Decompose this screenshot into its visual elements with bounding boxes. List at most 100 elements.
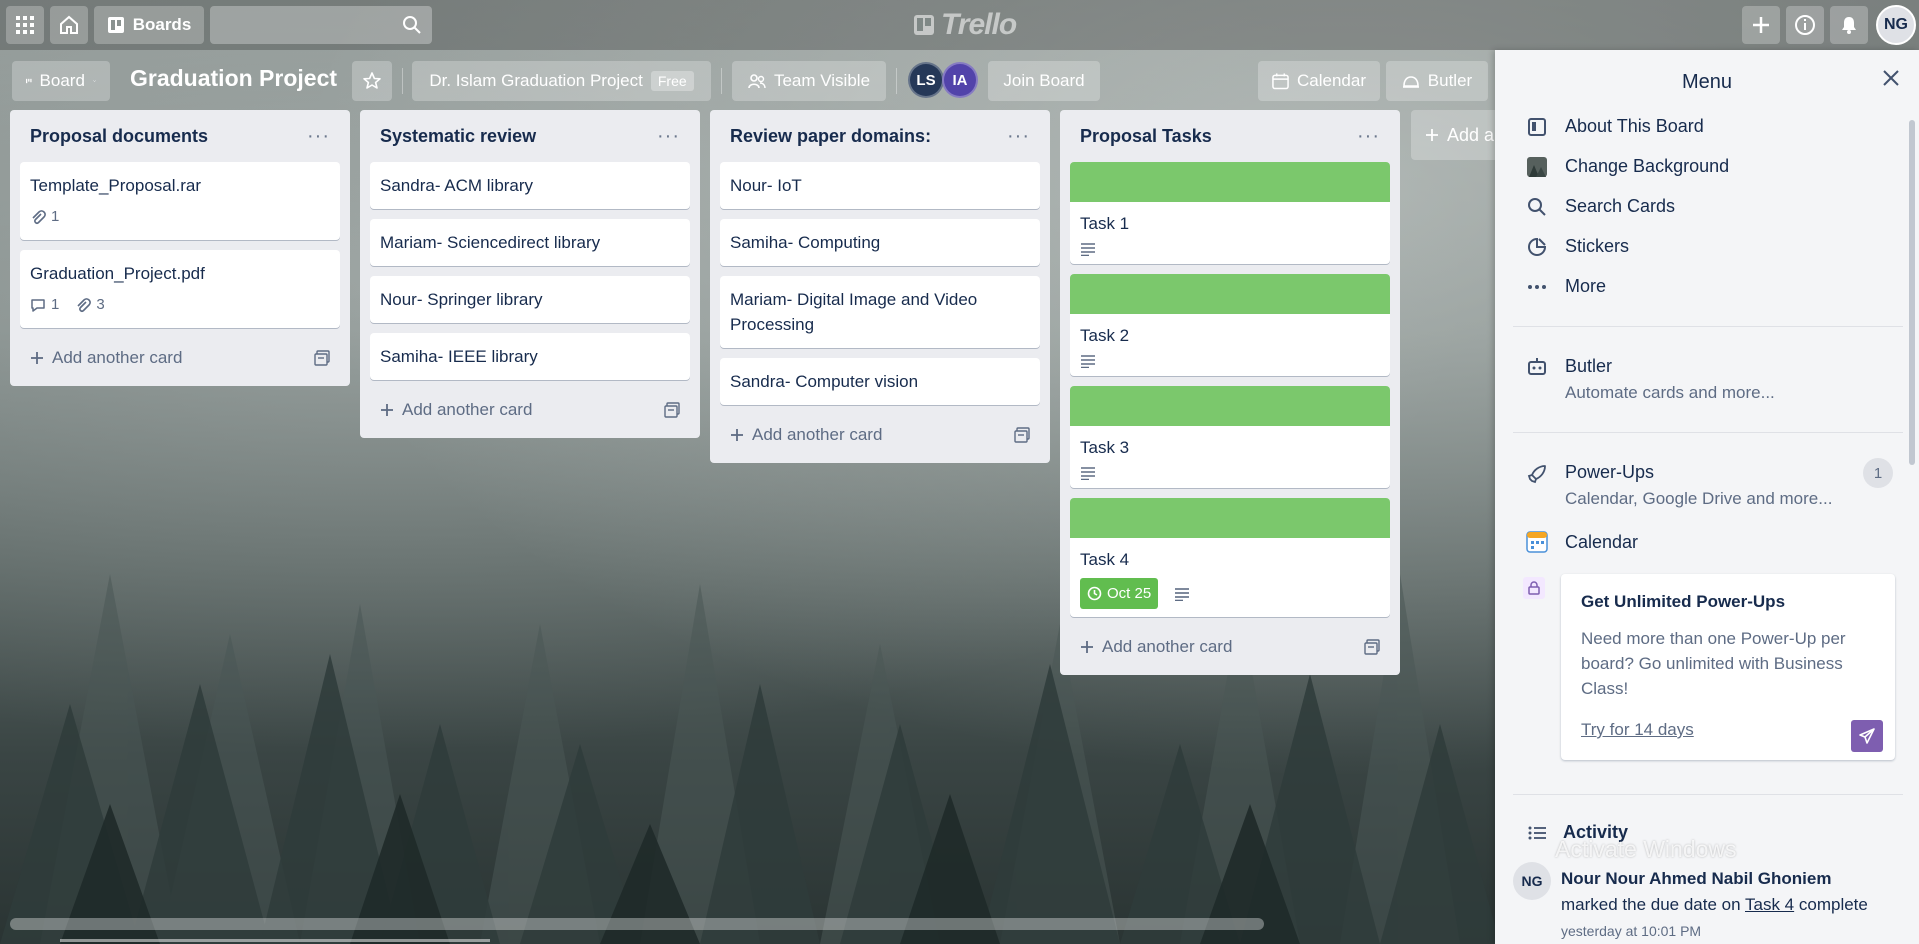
join-board-button[interactable]: Join Board bbox=[988, 61, 1100, 101]
promo-title: Get Unlimited Power-Ups bbox=[1581, 592, 1786, 611]
user-avatar[interactable]: NG bbox=[1876, 5, 1916, 45]
menu-item-about-board[interactable]: About This Board bbox=[1525, 116, 1704, 137]
close-icon[interactable] bbox=[1881, 68, 1901, 88]
card[interactable]: Mariam- Sciencedirect library bbox=[370, 219, 690, 266]
menu-title: Menu bbox=[1681, 70, 1733, 93]
board-title[interactable]: Graduation Project bbox=[130, 65, 337, 92]
comments-badge: 1 bbox=[30, 292, 59, 317]
plus-icon bbox=[1753, 17, 1769, 33]
list-menu-icon[interactable]: ··· bbox=[1007, 126, 1030, 146]
list-title[interactable]: Review paper domains: bbox=[730, 126, 931, 147]
apps-grid-icon bbox=[16, 16, 34, 34]
card[interactable]: Sandra- Computer vision bbox=[720, 358, 1040, 405]
lock-icon bbox=[1523, 577, 1545, 599]
menu-item-label: More bbox=[1565, 276, 1607, 296]
try-business-class-link[interactable]: Try for 14 days bbox=[1581, 720, 1694, 740]
card[interactable]: Task 2 bbox=[1070, 274, 1390, 376]
menu-item-search-cards[interactable]: Search Cards bbox=[1525, 196, 1675, 217]
list-title[interactable]: Proposal documents bbox=[30, 126, 208, 147]
list-review-paper-domains[interactable]: Review paper domains: ··· Nour- IoT Sami… bbox=[710, 110, 1050, 463]
list-menu-icon[interactable]: ··· bbox=[657, 126, 680, 146]
trello-logo[interactable]: Trello bbox=[913, 8, 1017, 42]
board-view-switcher[interactable]: Board bbox=[12, 61, 110, 101]
card[interactable]: Sandra- ACM library bbox=[370, 162, 690, 209]
add-card-button[interactable]: Add another card bbox=[20, 338, 340, 378]
card[interactable]: Nour- IoT bbox=[720, 162, 1040, 209]
top-navigation-bar: Boards Trello NG bbox=[0, 0, 1919, 50]
card[interactable]: Task 4 Oct 25 bbox=[1070, 498, 1390, 617]
menu-item-butler[interactable]: Butler Automate cards and more... bbox=[1525, 356, 1775, 403]
attachments-count: 1 bbox=[51, 208, 60, 225]
card-badges: 1 3 bbox=[30, 292, 330, 317]
card[interactable]: Samiha- IEEE library bbox=[370, 333, 690, 380]
upgrade-button[interactable] bbox=[1851, 720, 1883, 752]
list-menu-icon[interactable]: ··· bbox=[307, 126, 330, 146]
list-menu-icon[interactable]: ··· bbox=[1357, 126, 1380, 146]
activity-user-initials: NG bbox=[1521, 873, 1543, 889]
list-title[interactable]: Proposal Tasks bbox=[1080, 126, 1212, 147]
menu-item-stickers[interactable]: Stickers bbox=[1525, 236, 1629, 257]
activity-user-avatar[interactable]: NG bbox=[1513, 862, 1551, 900]
header-separator bbox=[402, 68, 403, 94]
calendar-icon bbox=[1272, 73, 1289, 90]
activity-user-name[interactable]: Nour Nour Ahmed Nabil Ghoniem bbox=[1561, 869, 1831, 888]
card-template-icon[interactable] bbox=[1014, 427, 1030, 443]
add-card-button[interactable]: Add another card bbox=[370, 390, 690, 430]
due-date-badge[interactable]: Oct 25 bbox=[1080, 578, 1159, 609]
add-card-button[interactable]: Add another card bbox=[720, 415, 1040, 455]
team-plan-badge: Free bbox=[650, 71, 694, 91]
search-box[interactable] bbox=[210, 6, 432, 44]
card-template-icon[interactable] bbox=[664, 402, 680, 418]
card[interactable]: Template_Proposal.rar 1 bbox=[20, 162, 340, 240]
card[interactable]: Mariam- Digital Image and Video Processi… bbox=[720, 276, 1040, 348]
team-button[interactable]: Dr. Islam Graduation Project Free bbox=[412, 61, 711, 101]
card-title: Graduation_Project.pdf bbox=[30, 264, 205, 283]
butler-button[interactable]: Butler bbox=[1386, 61, 1488, 101]
visibility-button[interactable]: Team Visible bbox=[732, 61, 886, 101]
menu-divider bbox=[1513, 794, 1903, 795]
boards-button[interactable]: Boards bbox=[94, 6, 204, 44]
search-icon[interactable] bbox=[402, 15, 422, 35]
menu-scrollbar[interactable] bbox=[1909, 120, 1915, 465]
card[interactable]: Samiha- Computing bbox=[720, 219, 1040, 266]
list-proposal-tasks[interactable]: Proposal Tasks ··· Task 1 Task 2 Task 3 … bbox=[1060, 110, 1400, 675]
menu-item-change-background[interactable]: Change Background bbox=[1525, 156, 1729, 177]
card[interactable]: Task 1 bbox=[1070, 162, 1390, 264]
card[interactable]: Task 3 bbox=[1070, 386, 1390, 488]
calendar-button[interactable]: Calendar bbox=[1258, 61, 1380, 101]
description-icon bbox=[1081, 355, 1095, 368]
card[interactable]: Graduation_Project.pdf 1 3 bbox=[20, 250, 340, 328]
sticker-icon bbox=[1528, 237, 1547, 256]
plus-icon bbox=[1081, 641, 1093, 653]
card-template-icon[interactable] bbox=[314, 350, 330, 366]
calendar-powerup-icon bbox=[1526, 531, 1548, 553]
create-button[interactable] bbox=[1742, 6, 1780, 44]
butler-title: Butler bbox=[1565, 356, 1613, 376]
list-header: Systematic review ··· bbox=[370, 110, 690, 162]
search-input[interactable] bbox=[210, 6, 432, 44]
list-proposal-documents[interactable]: Proposal documents ··· Template_Proposal… bbox=[10, 110, 350, 386]
menu-item-label: About This Board bbox=[1565, 116, 1704, 136]
star-board-button[interactable] bbox=[352, 61, 392, 101]
power-ups-count-badge: 1 bbox=[1863, 458, 1893, 488]
menu-item-calendar-powerup[interactable]: Calendar bbox=[1525, 531, 1638, 553]
activity-timestamp[interactable]: yesterday at 10:01 PM bbox=[1561, 918, 1901, 944]
apps-grid-button[interactable] bbox=[6, 6, 44, 44]
card[interactable]: Nour- Springer library bbox=[370, 276, 690, 323]
menu-item-more[interactable]: More bbox=[1525, 276, 1606, 297]
card-template-icon[interactable] bbox=[1364, 639, 1380, 655]
activity-card-link[interactable]: Task 4 bbox=[1745, 895, 1794, 914]
list-systematic-review[interactable]: Systematic review ··· Sandra- ACM librar… bbox=[360, 110, 700, 438]
comment-icon bbox=[31, 298, 45, 312]
add-card-button[interactable]: Add another card bbox=[1070, 627, 1390, 667]
notifications-button[interactable] bbox=[1830, 6, 1868, 44]
menu-item-power-ups[interactable]: Power-Ups Calendar, Google Drive and mor… bbox=[1525, 462, 1832, 509]
horizontal-scrollbar[interactable] bbox=[10, 918, 1264, 930]
member-avatar-ia[interactable]: IA bbox=[942, 62, 978, 98]
activity-action-suffix: complete bbox=[1798, 895, 1868, 914]
search-icon bbox=[1528, 197, 1546, 216]
member-avatar-ls[interactable]: LS bbox=[908, 62, 944, 98]
list-title[interactable]: Systematic review bbox=[380, 126, 536, 147]
home-button[interactable] bbox=[50, 6, 88, 44]
info-button[interactable] bbox=[1786, 6, 1824, 44]
